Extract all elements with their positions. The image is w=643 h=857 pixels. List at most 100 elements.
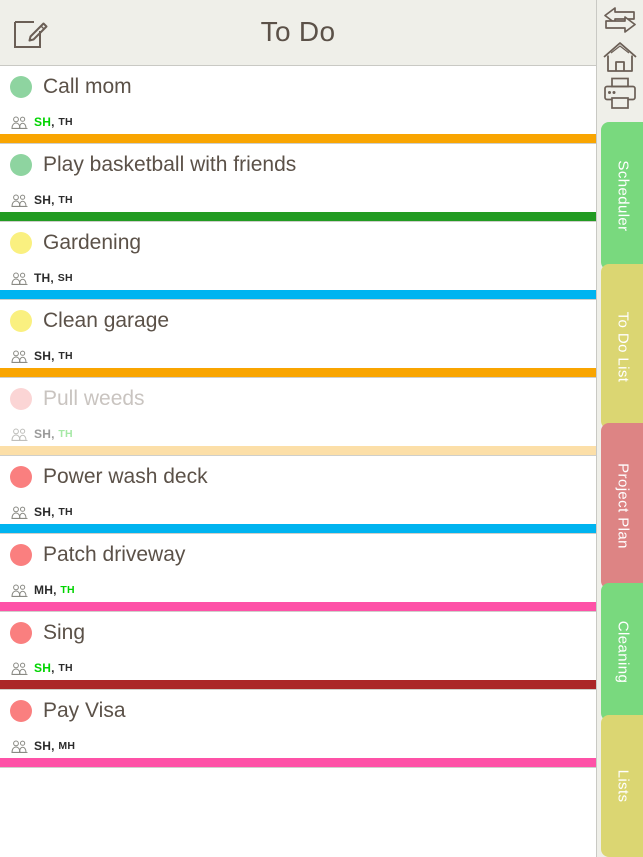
task-row[interactable]: Pull weeds SH, TH [0,378,596,456]
people-icon [11,428,29,441]
task-row[interactable]: Call mom SH, TH [0,66,596,144]
assignee-initial-secondary: TH [58,350,73,362]
task-row[interactable]: Sing SH, TH [0,612,596,690]
task-title: Play basketball with friends [43,153,297,176]
priority-dot-icon[interactable] [10,622,32,644]
task-assignees: SH, TH [11,349,73,363]
task-title-row: Call mom [10,76,132,98]
priority-dot-icon[interactable] [10,544,32,566]
task-title-row: Patch driveway [10,544,185,566]
assignee-initial-secondary: TH [58,194,73,206]
priority-dot-icon[interactable] [10,154,32,176]
share-arrows-icon[interactable] [602,3,638,37]
assignee-separator: , [51,427,55,441]
priority-dot-icon[interactable] [10,310,32,332]
people-icon [11,272,29,285]
task-title-row: Clean garage [10,310,169,332]
assignee-separator: , [51,115,55,129]
task-assignees: MH, TH [11,583,75,597]
assignee-initial-secondary: TH [58,662,73,674]
assignee-initial-primary: SH [34,739,52,753]
task-category-bar [0,368,596,377]
page-title: To Do [260,16,336,47]
assignee-initial-primary: MH [34,583,54,597]
app-header: To Do [0,0,596,66]
rail-tab-project-plan[interactable]: Project Plan [601,423,643,589]
task-title: Power wash deck [43,465,208,488]
assignee-initial-primary: SH [34,661,52,675]
rail-icon-group [597,0,643,118]
task-title: Pay Visa [43,699,126,722]
app-root: To Do Scheduler To Do List Project Plan … [0,0,643,857]
task-row[interactable]: Power wash deck SH, TH [0,456,596,534]
people-icon [11,506,29,519]
task-title-row: Play basketball with friends [10,154,296,176]
task-row[interactable]: Gardening TH, SH [0,222,596,300]
task-row[interactable]: Patch driveway MH, TH [0,534,596,612]
assignee-initial-primary: SH [34,193,52,207]
task-category-bar [0,758,596,767]
task-title: Clean garage [43,309,170,332]
assignee-separator: , [51,505,55,519]
task-assignees: SH, TH [11,193,73,207]
task-row[interactable]: Pay Visa SH, MH [0,690,596,768]
assignee-separator: , [50,271,54,285]
right-rail: Scheduler To Do List Project Plan Cleaning L… [596,0,643,857]
priority-dot-icon[interactable] [10,466,32,488]
people-icon [11,350,29,363]
task-title: Sing [43,621,86,644]
people-icon [11,194,29,207]
priority-dot-icon[interactable] [10,232,32,254]
task-assignees: SH, TH [11,427,73,441]
rail-tab-label: Scheduler [614,160,631,232]
task-title: Gardening [43,231,142,254]
task-title-row: Gardening [10,232,141,254]
task-category-bar [0,290,596,299]
assignee-separator: , [53,583,57,597]
assignee-initial-primary: SH [34,505,52,519]
assignee-initial-primary: SH [34,427,52,441]
assignee-initial-secondary: SH [57,272,73,284]
rail-tab-label: Cleaning [614,620,631,684]
assignee-initial-secondary: MH [58,740,76,752]
priority-dot-icon[interactable] [10,76,32,98]
task-title: Pull weeds [43,387,145,410]
priority-dot-icon[interactable] [10,700,32,722]
assignee-initial-primary: SH [34,115,52,129]
task-category-bar [0,524,596,533]
task-title-row: Pull weeds [10,388,145,410]
rail-tab-cleaning[interactable]: Cleaning [601,583,643,721]
task-title-row: Sing [10,622,85,644]
rail-tab-scheduler[interactable]: Scheduler [601,122,643,270]
assignee-separator: , [51,661,55,675]
rail-tab-label: Lists [614,769,631,803]
task-assignees: SH, TH [11,661,73,675]
assignee-initial-primary: SH [34,349,52,363]
printer-icon[interactable] [602,76,638,110]
task-category-bar [0,212,596,221]
task-title-row: Pay Visa [10,700,126,722]
task-category-bar [0,680,596,689]
people-icon [11,740,29,753]
assignee-initial-secondary: TH [58,428,73,440]
rail-tab-lists[interactable]: Lists [601,715,643,857]
assignee-separator: , [51,349,55,363]
people-icon [11,584,29,597]
task-title: Patch driveway [43,543,186,566]
priority-dot-icon[interactable] [10,388,32,410]
task-assignees: TH, SH [11,271,73,285]
task-row[interactable]: Clean garage SH, TH [0,300,596,378]
assignee-initial-primary: TH [34,271,51,285]
task-title-row: Power wash deck [10,466,208,488]
rail-tab-label: To Do List [614,311,631,382]
rail-tab-to-do-list[interactable]: To Do List [601,264,643,429]
task-assignees: SH, TH [11,505,73,519]
rail-tab-label: Project Plan [614,463,631,549]
task-row[interactable]: Play basketball with friends SH, TH [0,144,596,222]
assignee-separator: , [51,193,55,207]
assignee-initial-secondary: TH [58,116,73,128]
task-category-bar [0,446,596,455]
todo-list: Call mom SH, TH Play basketball with friend… [0,66,596,857]
home-icon[interactable] [602,40,638,74]
assignee-separator: , [51,739,55,753]
